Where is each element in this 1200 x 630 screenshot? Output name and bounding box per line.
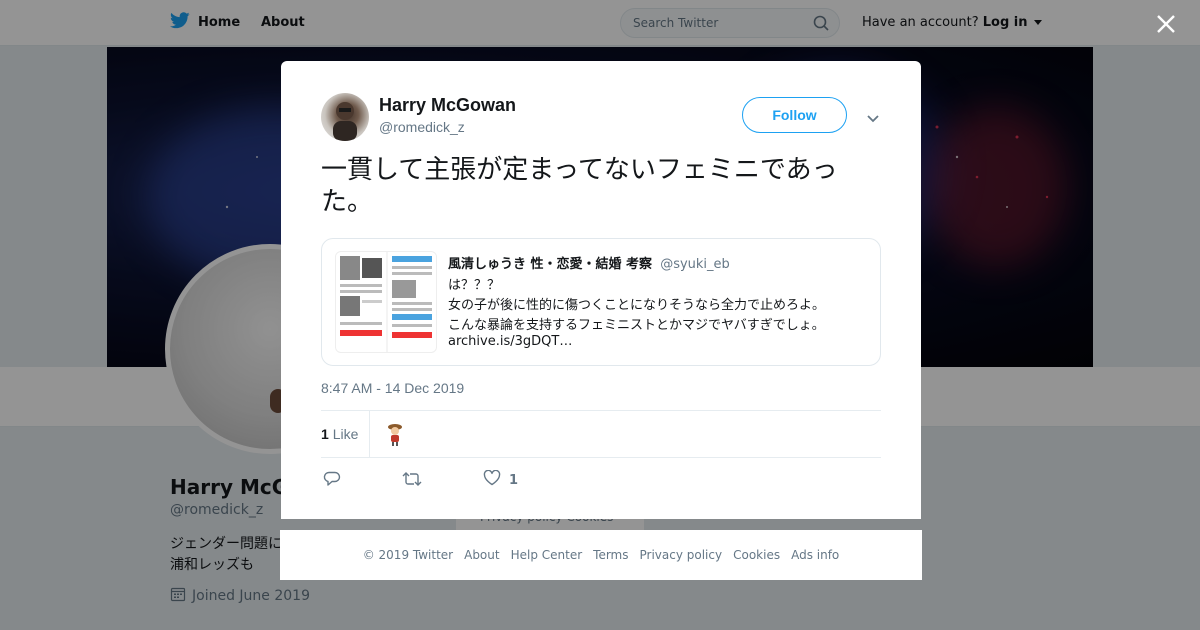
tweet-stats: 1 Like [321,410,881,458]
footer-copyright: © 2019 Twitter [362,548,454,562]
footer-link-ads-info[interactable]: Ads info [791,548,839,562]
tweet-timestamp[interactable]: 8:47 AM - 14 Dec 2019 [321,380,464,396]
quoted-text-line: 女の子が後に性的に傷つくことになりそうなら全力で止めろよ。 [448,298,826,313]
tweet-actions: 1 [321,466,621,496]
footer-link-cookies[interactable]: Cookies [733,548,780,562]
quoted-author-name: 風清しゅうき 性・恋愛・結婚 考察 [448,257,653,272]
follow-button[interactable]: Follow [742,97,847,133]
like-button[interactable]: 1 [483,469,519,490]
author-avatar[interactable] [321,93,369,141]
tweet-text: 一貫して主張が定まってないフェミニであった。 [321,155,838,217]
likes-stat[interactable]: 1 Like [321,426,358,442]
heart-icon [483,469,501,490]
quoted-author-handle: @syuki_eb [660,257,730,272]
likes-label: Like [332,426,359,442]
quoted-text-line: こんな暴論を支持するフェミニストとかマジでヤバすぎでしょ。 [448,318,825,333]
footer-link-help-center[interactable]: Help Center [511,548,583,562]
quoted-tweet-card[interactable]: 風清しゅうき 性・恋愛・結婚 考察 @syuki_eb は？？？ 女の子が後に性… [321,238,881,366]
chevron-down-icon[interactable] [866,109,880,128]
stats-divider [369,411,370,457]
tweet-modal: Harry McGowan @romedick_z Follow 一貫して主張が… [281,61,921,519]
footer-link-about[interactable]: About [464,548,499,562]
footer-links: © 2019 Twitter About Help Center Terms P… [280,530,922,580]
quoted-link[interactable]: archive.is/3gDQT… [448,334,572,349]
reply-icon[interactable] [323,470,341,488]
quoted-tweet-thumbnail [335,251,437,353]
quoted-tweet-header: 風清しゅうき 性・恋愛・結婚 考察 @syuki_eb [448,253,730,272]
author-handle[interactable]: @romedick_z [379,119,465,135]
liker-avatar[interactable] [385,422,405,446]
quoted-text-line: は？？？ [448,278,501,293]
likes-count: 1 [321,426,329,442]
author-name[interactable]: Harry McGowan [379,95,516,116]
footer-link-privacy[interactable]: Privacy policy [640,548,723,562]
close-icon[interactable] [1154,12,1178,36]
footer-link-terms[interactable]: Terms [593,548,628,562]
like-action-count: 1 [509,472,519,488]
retweet-icon[interactable] [402,470,422,488]
